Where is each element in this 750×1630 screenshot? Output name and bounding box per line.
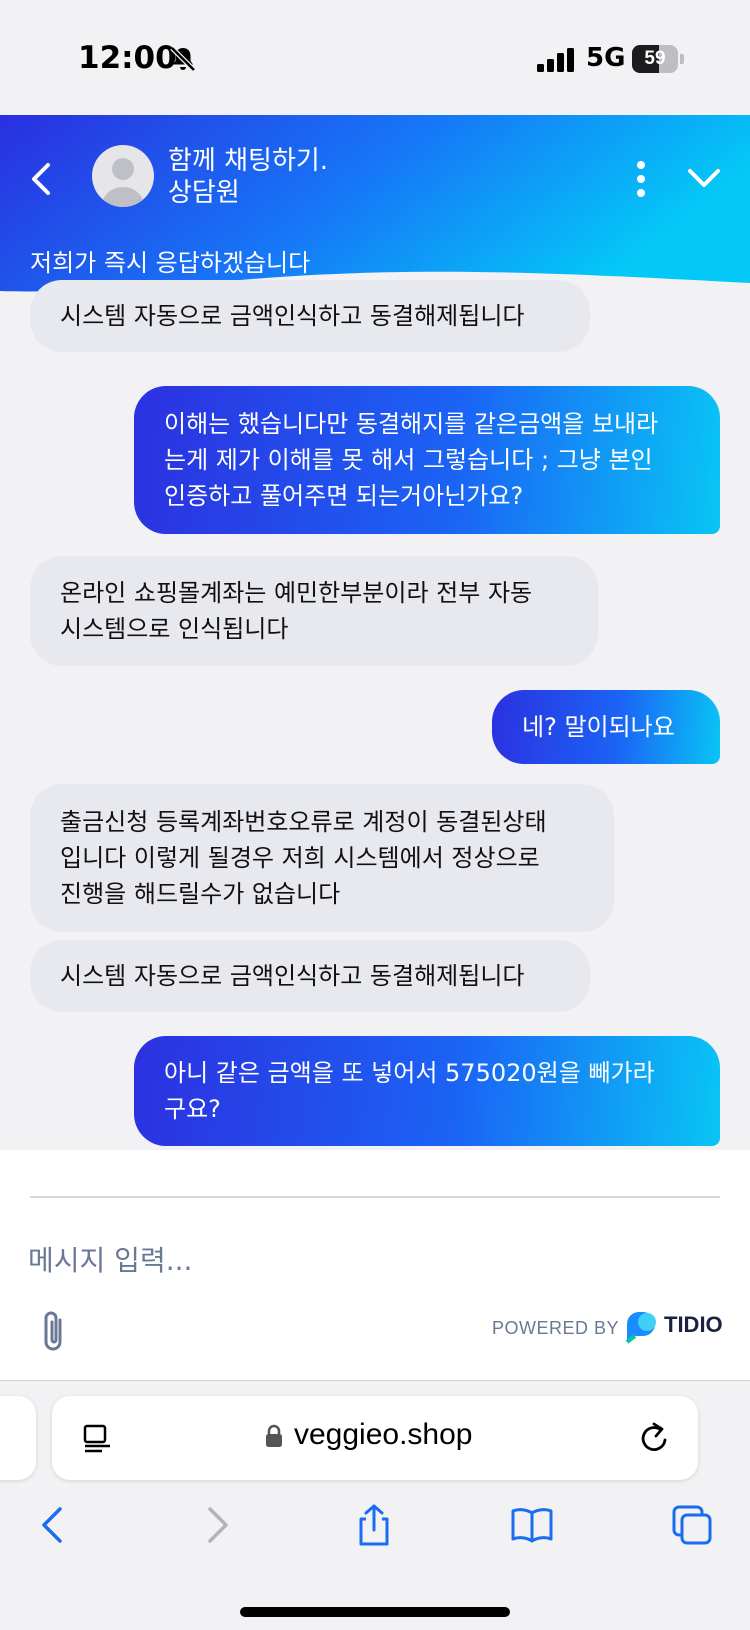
paperclip-icon[interactable] (38, 1308, 70, 1354)
header-title-line2: 상담원 (168, 178, 240, 208)
person-icon (101, 158, 145, 207)
bell-slash-icon (170, 46, 196, 72)
visitor-message: 아니 같은 금액을 또 넣어서 575020원을 빼가라 구요? (134, 1036, 720, 1146)
visitor-message: 네? 말이되나요 (492, 690, 720, 764)
chevron-down-icon[interactable] (684, 163, 724, 193)
operator-message: 시스템 자동으로 금액인식하고 동결해제됩니다 (30, 940, 590, 1012)
avatar (92, 145, 154, 207)
header-subtitle: 저희가 즉시 응답하겠습니다 (30, 249, 311, 277)
operator-message: 온라인 쇼핑몰계좌는 예민한부분이라 전부 자동 시스템으로 인식됩니다 (30, 556, 598, 666)
reader-mode-icon[interactable] (82, 1422, 114, 1454)
address-bar[interactable]: veggieo.shop (52, 1396, 698, 1480)
home-indicator (240, 1607, 510, 1617)
url-text[interactable]: veggieo.shop (294, 1418, 472, 1452)
browser-forward-icon[interactable] (194, 1503, 238, 1547)
back-chevron-icon[interactable] (26, 157, 56, 201)
battery-icon: 59 (632, 45, 684, 73)
composer-divider (30, 1196, 720, 1198)
browser-toolbar: veggieo.shop (0, 1380, 750, 1630)
powered-by-label: POWERED BY (492, 1318, 620, 1338)
more-options-icon[interactable] (626, 157, 656, 201)
share-icon[interactable] (352, 1503, 396, 1547)
status-bar: 12:00 5G 59 (0, 0, 750, 115)
tidio-logo-icon[interactable] (625, 1310, 659, 1344)
cellular-signal-icon (537, 48, 574, 72)
bookmarks-icon[interactable] (510, 1503, 554, 1547)
operator-message: 출금신청 등록계좌번호오류로 계정이 동결된상태 입니다 이렇게 될경우 저희 … (30, 784, 614, 932)
header-title-line1: 함께 채팅하기. (168, 146, 329, 176)
lock-icon (266, 1424, 282, 1447)
network-type: 5G (586, 43, 626, 73)
reload-icon[interactable] (638, 1420, 672, 1456)
browser-back-icon[interactable] (32, 1503, 76, 1547)
battery-level: 59 (644, 48, 666, 69)
previous-tab[interactable] (0, 1396, 36, 1480)
tabs-icon[interactable] (670, 1503, 714, 1547)
visitor-message: 이해는 했습니다만 동결해지를 같은금액을 보내라 는게 제가 이해를 못 해서… (134, 386, 720, 534)
header-title: 함께 채팅하기. 상담원 (168, 145, 328, 209)
operator-message: 시스템 자동으로 금액인식하고 동결해제됩니다 (30, 280, 590, 352)
chat-header: 함께 채팅하기. 상담원 저희가 즉시 응답하겠습니다 (0, 115, 750, 305)
message-input[interactable] (28, 1230, 708, 1290)
tidio-brand[interactable]: TIDIO (664, 1312, 723, 1338)
message-list[interactable]: 시스템 자동으로 금액인식하고 동결해제됩니다 이해는 했습니다만 동결해지를 … (0, 280, 750, 1150)
message-composer: POWERED BY TIDIO (0, 1150, 750, 1380)
status-time: 12:00 (78, 40, 177, 76)
